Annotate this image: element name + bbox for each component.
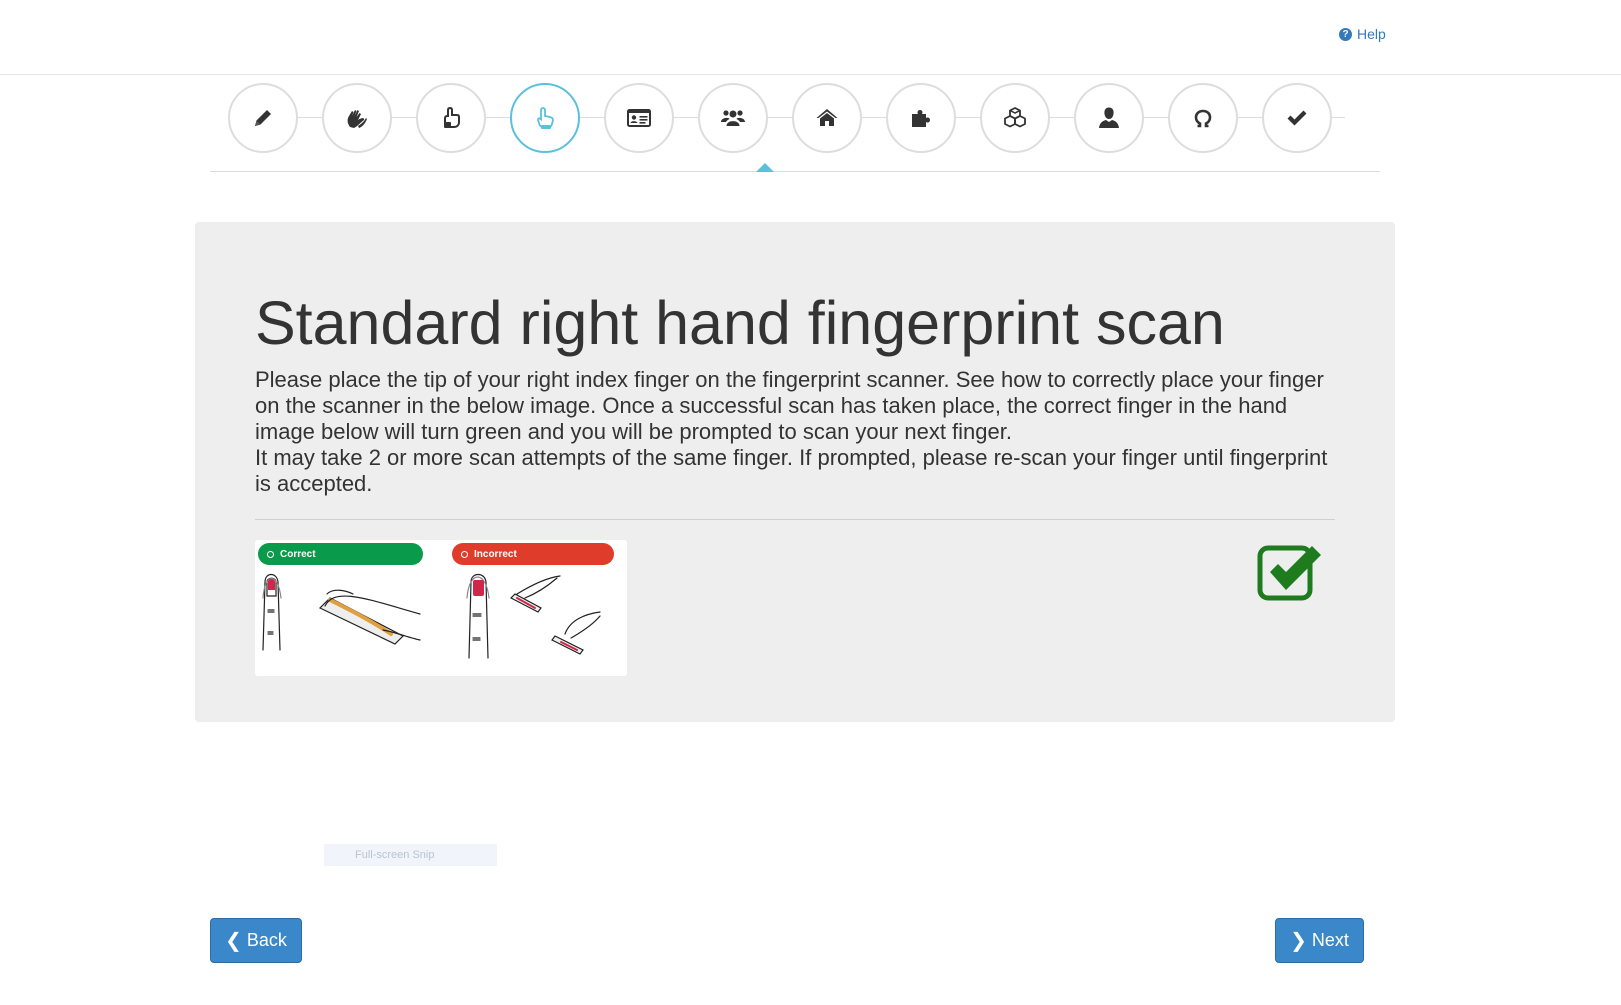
next-label: Next [1311,930,1349,950]
step-group[interactable] [698,83,768,153]
instruction-paragraph-2: It may take 2 or more scan attempts of t… [255,445,1328,496]
instruction-paragraph-1: Please place the tip of your right index… [255,367,1324,444]
back-button[interactable]: ❮ Back [210,918,302,963]
step-home[interactable] [792,83,862,153]
finger-placement-illustration [262,573,601,659]
step-user[interactable] [1074,83,1144,153]
help-label: Help [1357,26,1386,42]
pencil-icon [255,110,271,126]
chevron-right-icon: ❯ [1290,930,1307,952]
step-omega[interactable] [1168,83,1238,153]
instruction-text: Please place the tip of your right index… [255,367,1345,497]
chevron-left-icon: ❮ [225,930,242,952]
back-label: Back [246,930,287,950]
step-pencil[interactable] [228,83,298,153]
home-icon [816,109,838,126]
group-icon [721,110,745,126]
user-icon [1099,107,1119,128]
top-bar: ? Help [0,0,1621,75]
snip-overlay-label: Full-screen Snip [324,844,497,866]
active-step-caret [756,163,774,172]
finger-placement-guide-image: Correct Incorrect [255,540,627,676]
divider [255,519,1335,520]
next-button[interactable]: ❯ Next [1275,918,1364,963]
checkbox-checked-icon [1257,545,1321,601]
check-icon [1287,110,1307,126]
step-id-card[interactable] [604,83,674,153]
hands-icon [347,110,367,128]
cubes-icon [1004,107,1026,128]
step-hands[interactable] [322,83,392,153]
step-index-finger[interactable] [510,83,580,153]
question-circle-icon: ? [1339,27,1352,41]
correct-badge: Correct [258,543,423,565]
id-card-icon [627,109,651,127]
step-puzzle[interactable] [886,83,956,153]
omega-icon [1194,109,1212,128]
index-finger-icon [537,107,554,129]
step-cubes[interactable] [980,83,1050,153]
step-check[interactable] [1262,83,1332,153]
help-link[interactable]: ? Help [1339,26,1386,42]
incorrect-badge: Incorrect [452,543,614,565]
step-thumb-hand[interactable] [416,83,486,153]
step-progress [210,83,1380,172]
puzzle-icon [912,110,930,127]
instruction-panel: Standard right hand fingerprint scan Ple… [195,222,1395,722]
thumb-hand-icon [444,106,460,128]
page-title: Standard right hand fingerprint scan [255,289,1225,357]
